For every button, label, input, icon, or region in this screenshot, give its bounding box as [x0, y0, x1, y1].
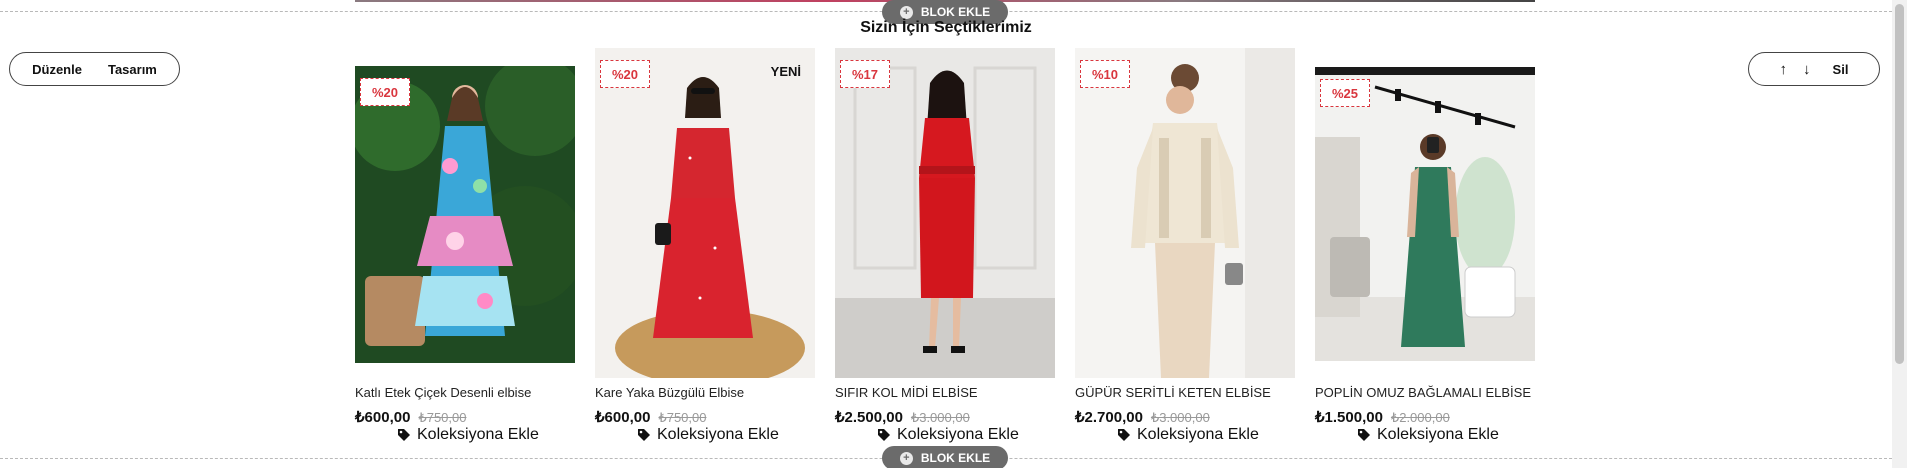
product-image[interactable]: %25	[1315, 67, 1535, 361]
add-to-collection-label: Koleksiyona Ekle	[1377, 426, 1499, 443]
product-prices: ₺600,00 ₺750,00	[595, 408, 706, 426]
add-to-collection-label: Koleksiyona Ekle	[1137, 426, 1259, 443]
section-title: Sizin İçin Seçtiklerimiz	[860, 19, 1032, 36]
add-to-collection-label: Koleksiyona Ekle	[897, 426, 1019, 443]
plus-circle-icon: +	[899, 5, 913, 19]
tag-icon	[878, 429, 890, 441]
add-block-label: BLOK EKLE	[920, 451, 991, 465]
product-price: ₺1.500,00	[1315, 409, 1383, 426]
new-badge: YENİ	[770, 64, 801, 79]
discount-badge: %10	[1080, 60, 1130, 88]
product-old-price: ₺3.000,00	[910, 410, 970, 425]
discount-badge: %20	[360, 78, 410, 106]
product-old-price: ₺3.000,00	[1150, 410, 1210, 425]
move-up-icon[interactable]: ↑	[1780, 61, 1788, 78]
tag-icon	[1358, 429, 1370, 441]
product-name[interactable]: Kare Yaka Büzgülü Elbise	[595, 385, 815, 400]
delete-button[interactable]: Sil	[1833, 62, 1849, 77]
add-to-collection-button[interactable]: Koleksiyona Ekle	[1357, 426, 1499, 444]
product-name[interactable]: SIFIR KOL MİDİ ELBİSE	[835, 385, 1055, 400]
edit-design-toolbar: Düzenle Tasarım	[9, 52, 180, 86]
product-name[interactable]: POPLİN OMUZ BAĞLAMALI ELBİSE	[1315, 385, 1535, 400]
product-image[interactable]: %17	[835, 48, 1055, 378]
product-price: ₺600,00	[595, 409, 651, 426]
product-prices: ₺2.500,00 ₺3.000,00	[835, 408, 970, 426]
product-price: ₺2.700,00	[1075, 409, 1143, 426]
block-actions-toolbar: ↑ ↓ Sil	[1748, 52, 1880, 86]
discount-badge: %20	[600, 60, 650, 88]
add-block-button-bottom[interactable]: + BLOK EKLE	[882, 446, 1008, 468]
edit-button[interactable]: Düzenle	[32, 62, 82, 77]
add-to-collection-button[interactable]: Koleksiyona Ekle	[877, 426, 1019, 444]
product-old-price: ₺2.000,00	[1390, 410, 1450, 425]
scrollbar-thumb[interactable]	[1895, 4, 1904, 364]
product-name[interactable]: GÜPÜR SERİTLİ KETEN ELBİSE	[1075, 385, 1295, 400]
add-to-collection-label: Koleksiyona Ekle	[417, 426, 539, 443]
product-prices: ₺600,00 ₺750,00	[355, 408, 466, 426]
add-to-collection-button[interactable]: Koleksiyona Ekle	[637, 426, 779, 444]
tag-icon	[638, 429, 650, 441]
product-name[interactable]: Katlı Etek Çiçek Desenli elbise	[355, 385, 575, 400]
product-image[interactable]: %20 YENİ	[595, 48, 815, 378]
discount-badge: %25	[1320, 79, 1370, 107]
product-price: ₺600,00	[355, 409, 411, 426]
discount-badge: %17	[840, 60, 890, 88]
add-to-collection-label: Koleksiyona Ekle	[657, 426, 779, 443]
tag-icon	[398, 429, 410, 441]
plus-circle-icon: +	[899, 451, 913, 465]
product-prices: ₺2.700,00 ₺3.000,00	[1075, 408, 1210, 426]
product-image[interactable]: %10	[1075, 48, 1295, 378]
add-to-collection-button[interactable]: Koleksiyona Ekle	[397, 426, 539, 444]
move-down-icon[interactable]: ↓	[1803, 61, 1811, 78]
design-button[interactable]: Tasarım	[108, 62, 157, 77]
tag-icon	[1118, 429, 1130, 441]
product-old-price: ₺750,00	[658, 410, 707, 425]
product-price: ₺2.500,00	[835, 409, 903, 426]
product-image[interactable]: %20	[355, 66, 575, 363]
add-block-label: BLOK EKLE	[920, 5, 991, 19]
product-prices: ₺1.500,00 ₺2.000,00	[1315, 408, 1450, 426]
product-old-price: ₺750,00	[418, 410, 467, 425]
scrollbar[interactable]	[1892, 0, 1907, 468]
add-to-collection-button[interactable]: Koleksiyona Ekle	[1117, 426, 1259, 444]
